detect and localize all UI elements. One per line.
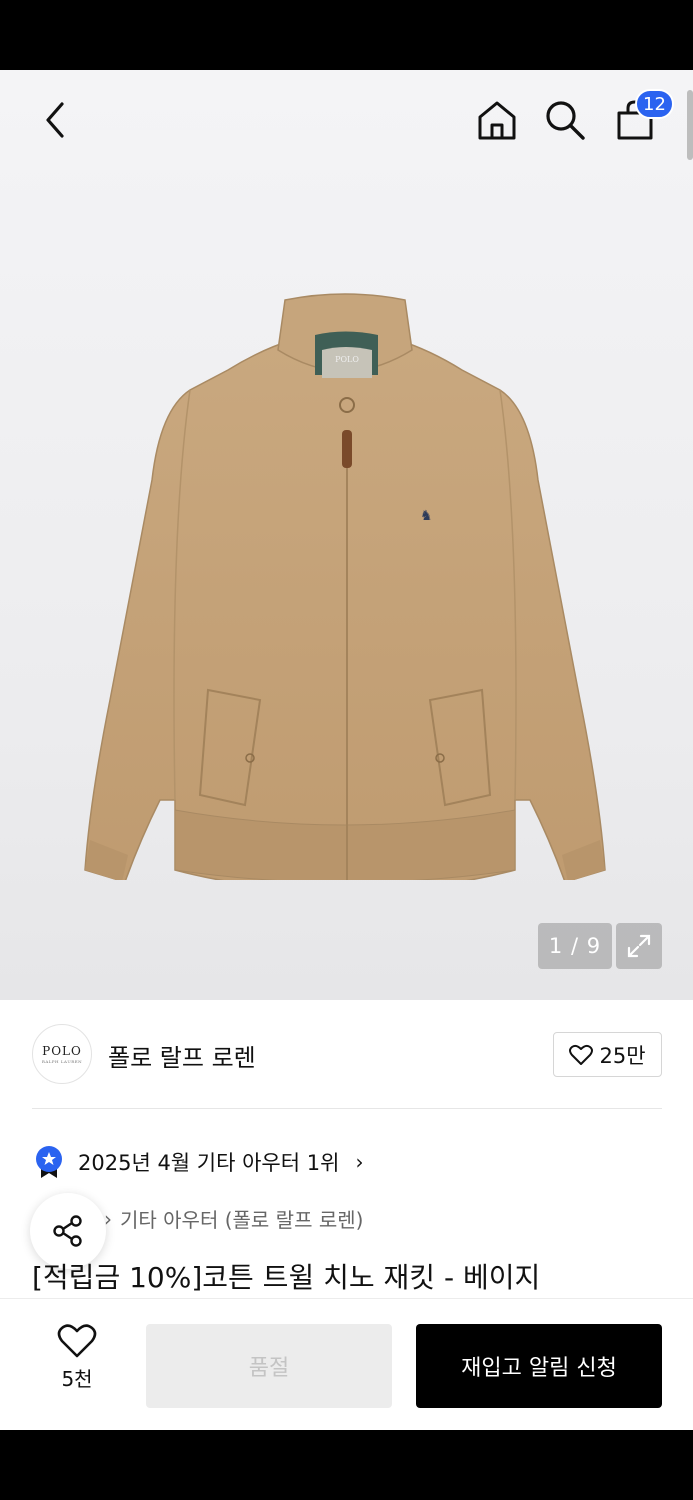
- bottom-action-bar: 5천 품절 재입고 알림 신청: [0, 1298, 693, 1430]
- scroll-indicator: [687, 90, 693, 160]
- heart-icon: [569, 1044, 594, 1065]
- cart-count-badge: 12: [635, 89, 674, 119]
- svg-text:♞: ♞: [420, 508, 433, 524]
- ranking-badge-icon: [36, 1146, 62, 1178]
- product-image: POLO ♞: [60, 280, 630, 893]
- wishlist-button[interactable]: 5천: [40, 1323, 114, 1403]
- chevron-right-icon: ›: [355, 1150, 364, 1174]
- expand-icon: [627, 934, 651, 958]
- product-detail-screen: 12 POLO ♞ 1 / 9 POLO RALPH LAUREN 폴로 랄프 …: [0, 70, 693, 1430]
- restock-alert-button[interactable]: 재입고 알림 신청: [416, 1324, 662, 1408]
- wishlist-count: 5천: [61, 1367, 93, 1391]
- sold-out-button: 품절: [146, 1324, 392, 1408]
- brand-like-button[interactable]: 25만: [553, 1032, 662, 1077]
- divider: [32, 1108, 662, 1109]
- brand-like-count: 25만: [599, 1043, 646, 1068]
- brand-name[interactable]: 폴로 랄프 로렌: [108, 1038, 256, 1073]
- svg-text:POLO: POLO: [335, 355, 359, 364]
- breadcrumb[interactable]: › 기타 아우터 (폴로 랄프 로렌): [104, 1204, 363, 1233]
- ranking-text: 2025년 4월 기타 아우터 1위: [78, 1151, 340, 1175]
- back-button[interactable]: [30, 95, 80, 145]
- cart-button[interactable]: 12: [610, 89, 674, 145]
- gallery-counter: 1 / 9: [538, 923, 612, 969]
- home-icon: [478, 101, 516, 140]
- brand-row: POLO RALPH LAUREN 폴로 랄프 로렌 25만: [0, 1000, 693, 1108]
- share-icon: [53, 1215, 82, 1247]
- search-icon: [546, 101, 585, 140]
- status-bar: [0, 0, 693, 70]
- search-button[interactable]: [540, 95, 590, 145]
- breadcrumb-category[interactable]: 기타 아우터 (폴로 랄프 로렌): [120, 1204, 363, 1233]
- brand-logo-text: POLO: [42, 1044, 82, 1058]
- product-title: [적립금 10%]코튼 트윌 치노 재킷 - 베이지: [32, 1261, 541, 1294]
- fullscreen-button[interactable]: [616, 923, 662, 969]
- heart-icon: [57, 1324, 97, 1358]
- product-image-gallery[interactable]: 12 POLO ♞ 1 / 9: [0, 70, 693, 1000]
- ranking-link[interactable]: 2025년 4월 기타 아우터 1위 ›: [34, 1142, 363, 1182]
- home-button[interactable]: [472, 95, 522, 145]
- chevron-left-icon: [46, 102, 64, 138]
- brand-logo-subtext: RALPH LAUREN: [41, 1059, 83, 1064]
- brand-logo[interactable]: POLO RALPH LAUREN: [32, 1024, 92, 1084]
- system-navigation-bar: [0, 1430, 693, 1500]
